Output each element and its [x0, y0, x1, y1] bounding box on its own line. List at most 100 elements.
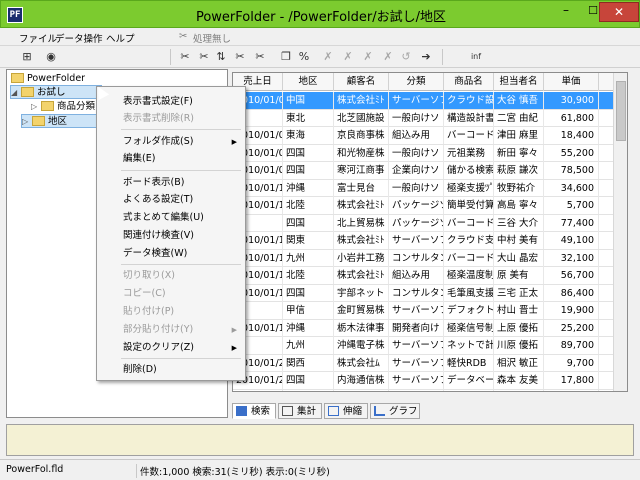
context-menu-copy[interactable]: コピー(C) [97, 285, 245, 303]
context-menu-relation-check[interactable]: 関連付け検査(V) [97, 227, 245, 245]
table-cell[interactable]: 九州 [283, 249, 334, 267]
table-row[interactable]: 2010/01/1 沖縄 栃木法律事 開発者向け 極楽信号制 上原 優拓 25,200 [233, 319, 627, 337]
cut-row-icon[interactable]: ✂ [232, 49, 248, 65]
table-cell[interactable]: バーコードエ [444, 127, 494, 144]
context-menu-board-view[interactable]: ボード表示(B) [97, 174, 245, 192]
table-cell[interactable]: バーコードカ [444, 214, 494, 232]
table-cell[interactable]: コンサルタン [389, 249, 444, 267]
eye-icon[interactable]: ◉ [43, 49, 59, 65]
table-cell[interactable]: 19,900 [544, 302, 599, 319]
column-header[interactable]: 顧客名 [334, 73, 389, 91]
menu-data-operation[interactable]: データ操作 [55, 31, 103, 45]
table-cell[interactable]: サーバーソフ [389, 337, 444, 354]
table-cell[interactable]: 甲信 [283, 389, 334, 391]
table-cell[interactable]: 二宮 由紀 [494, 109, 544, 127]
table-cell[interactable]: 86,400 [544, 284, 599, 302]
table-cell[interactable]: ネットで計算 [444, 337, 494, 354]
table-cell[interactable]: 原 美有 [494, 267, 544, 284]
table-cell[interactable]: 構造設計書 [444, 109, 494, 127]
table-cell[interactable]: 25,200 [544, 319, 599, 337]
table-cell[interactable]: 牧野祐介 [494, 179, 544, 197]
table-cell[interactable]: 株式会社ﾑ [334, 354, 389, 372]
table-cell[interactable]: 9,700 [544, 354, 599, 372]
table-cell[interactable]: コンサルタン [389, 284, 444, 302]
table-cell[interactable]: 元祖業務 [444, 144, 494, 162]
table-cell[interactable]: さいたま商事 [334, 389, 389, 391]
table-cell[interactable]: 三谷 大介 [494, 214, 544, 232]
table-row[interactable]: 2010/01/1関東株式会社ﾐﾄサーバーソフクラウド支援中村 美有49,100 [233, 232, 627, 250]
tree-item-otameshi[interactable]: ◢ お試し [10, 85, 102, 99]
table-cell[interactable]: 東海 [283, 127, 334, 144]
table-cell[interactable]: サーバーソフ [389, 92, 444, 109]
table-row[interactable]: 2010/01/0 四国 寒河江商事 企業向けソ 儲かる検索 萩原 謙次 78,500 [233, 162, 627, 180]
table-cell[interactable]: 32,100 [544, 249, 599, 267]
table-cell[interactable]: 北陸 [283, 197, 334, 214]
table-row[interactable]: 2010/01/2四国内海通信株サーバーソフデータベース森本 友美17,800 [233, 372, 627, 390]
table-row[interactable]: 2010/01/0 四国 和光物産株 一般向けソ 元祖業務 新田 寧々 55,200 [233, 144, 627, 162]
menu-help[interactable]: ヘルプ [106, 31, 135, 45]
table-cell[interactable]: 関東 [283, 232, 334, 249]
table-cell[interactable]: 四国 [283, 284, 334, 302]
collapse-arrow-icon[interactable]: ▷ [31, 100, 41, 114]
sort-icon[interactable]: ⇅ [213, 49, 229, 65]
table-cell[interactable]: 新田 寧々 [494, 144, 544, 162]
table-cell[interactable]: 富士見台 [334, 179, 389, 197]
wrap-icon[interactable]: ↺ [398, 49, 414, 65]
table-cell[interactable]: 関西 [283, 354, 334, 372]
table-row[interactable]: 2010/01/0中国株式会社ﾐﾄサーバーソフクラウド設備大谷 慎吾30,900 [233, 92, 627, 110]
table-cell[interactable]: 川原 優拓 [494, 337, 544, 354]
table-cell[interactable]: パッケージソ [389, 197, 444, 214]
table-cell[interactable]: 宇部ネット [334, 284, 389, 302]
table-cell[interactable]: 77,400 [544, 214, 599, 232]
expand-arrow-icon[interactable]: ◢ [11, 86, 21, 100]
table-cell[interactable]: 軽快RDB [444, 354, 494, 372]
table-cell[interactable]: 東北 [283, 109, 334, 127]
close-button[interactable]: ✕ [599, 2, 639, 22]
context-menu-edit[interactable]: 編集(E) [97, 150, 245, 168]
table-cell[interactable]: 相沢 敏正 [494, 354, 544, 372]
table-cell[interactable]: 89,700 [544, 337, 599, 354]
table-cell[interactable]: 小岩井工務 [334, 249, 389, 267]
table-cell[interactable]: 大谷 慎吾 [494, 92, 544, 109]
table-cell[interactable]: 毛筆風支援 [444, 284, 494, 302]
table-cell[interactable]: 森本 友美 [494, 372, 544, 389]
minimize-button[interactable]: – [553, 3, 579, 21]
tree-item-root[interactable]: PowerFolder [11, 72, 221, 86]
table-cell[interactable]: 61,800 [544, 109, 599, 127]
table-cell[interactable]: 石橋 幸輔 [494, 389, 544, 391]
tab-graph[interactable]: グラフ [370, 403, 420, 419]
table-cell[interactable]: サーバーソフ [389, 302, 444, 319]
table-cell[interactable]: 九州 [283, 337, 334, 354]
collapse-arrow-icon[interactable]: ▷ [22, 115, 32, 129]
context-menu-batch-edit[interactable]: 式まとめて編集(U) [97, 209, 245, 227]
table-cell[interactable]: 儲かる検索 [444, 162, 494, 179]
column-header[interactable]: 商品名 [444, 73, 494, 91]
table-cell[interactable]: 寒河江商事 [334, 162, 389, 179]
table-cell[interactable]: 56,700 [544, 267, 599, 284]
table-row[interactable]: 2010/01/2 関西 株式会社ﾑ サーバーソフ 軽快RDB 相沢 敏正 9,700 [233, 354, 627, 372]
cross-column-icon[interactable]: ✗ [340, 49, 356, 65]
table-cell[interactable]: 開発者向け [389, 319, 444, 337]
column-header[interactable]: 単価 [544, 73, 599, 91]
table-row[interactable]: 2010/01/2甲信さいたま商事書籍極楽カロリー石橋 幸輔33,400 [233, 389, 627, 391]
context-menu-clear-settings[interactable]: 設定のクリア(Z) ▶ [97, 339, 245, 357]
table-cell[interactable]: 京良商事株 [334, 127, 389, 144]
table-cell[interactable]: パッケージソ [389, 214, 444, 232]
table-cell[interactable]: 中国 [283, 92, 334, 109]
table-cell[interactable]: 書籍 [389, 389, 444, 391]
context-menu-delete[interactable]: 削除(D) [97, 361, 245, 379]
table-cell[interactable]: 極楽信号制 [444, 319, 494, 337]
table-cell[interactable]: サーバーソフ [389, 372, 444, 389]
table-cell[interactable]: 栃木法律事 [334, 319, 389, 337]
table-cell[interactable]: 株式会社ﾐﾄ [334, 197, 389, 214]
table-cell[interactable]: 三宅 正太 [494, 284, 544, 302]
table-cell[interactable]: 甲信 [283, 302, 334, 319]
context-menu-common-settings[interactable]: よくある設定(T) [97, 191, 245, 209]
table-cell[interactable]: 村山 晋士 [494, 302, 544, 319]
context-menu-data-check[interactable]: データ検査(W) [97, 245, 245, 263]
table-cell[interactable]: 78,500 [544, 162, 599, 179]
table-row[interactable]: 九州沖縄電子株サーバーソフネットで計算川原 優拓89,700 [233, 337, 627, 355]
cross-row-icon[interactable]: ✗ [360, 49, 376, 65]
table-cell[interactable]: 5,700 [544, 197, 599, 214]
table-cell[interactable]: 55,200 [544, 144, 599, 162]
